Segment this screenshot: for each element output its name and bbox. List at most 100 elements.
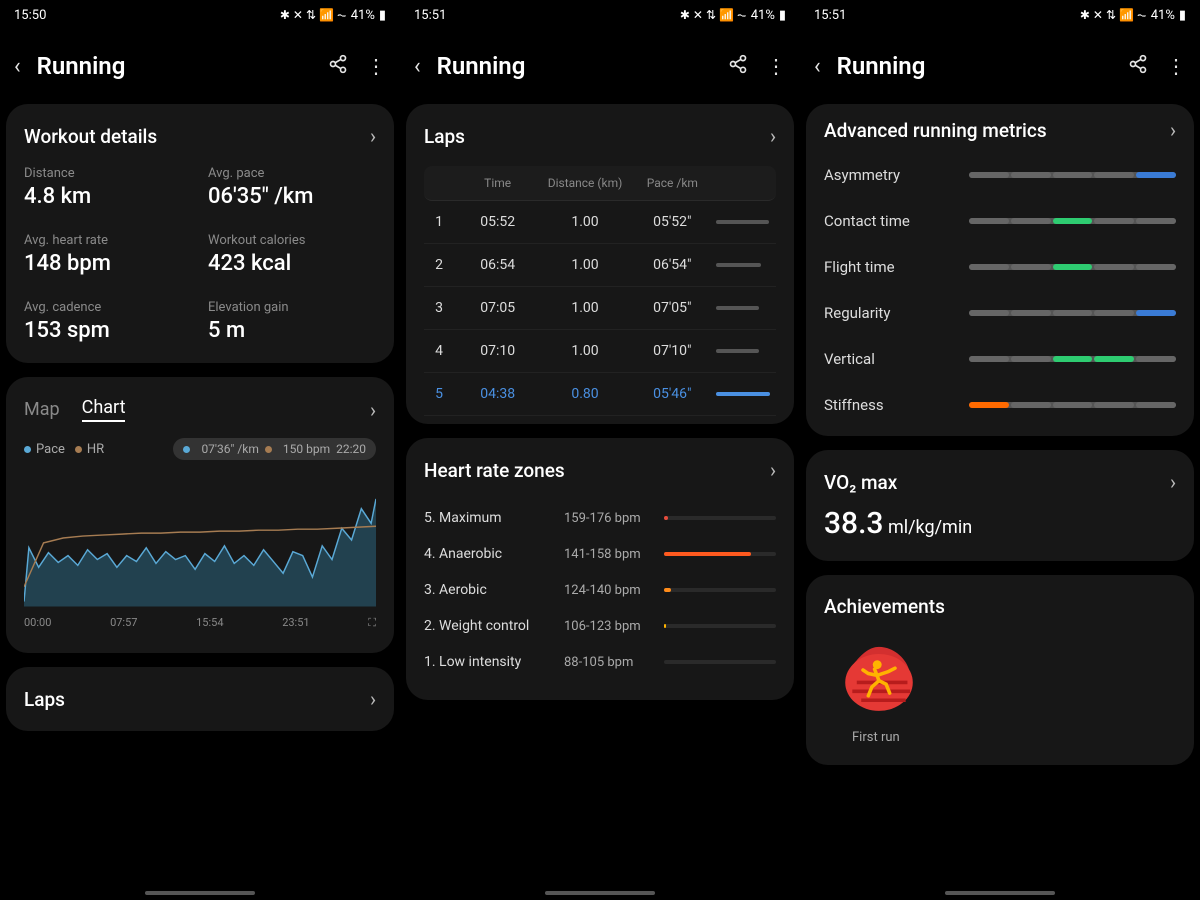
home-indicator[interactable] bbox=[145, 891, 255, 895]
lap-row[interactable]: 407:101.0007'10" bbox=[424, 330, 776, 373]
pace-dot-icon bbox=[24, 446, 31, 453]
battery-icon: ▮ bbox=[1179, 8, 1186, 23]
lap-pace: 05'52" bbox=[629, 214, 716, 230]
laps-header-row: Time Distance (km) Pace /km bbox=[424, 166, 776, 201]
more-icon[interactable]: ⋮ bbox=[366, 54, 386, 78]
lap-row[interactable]: 105:521.0005'52" bbox=[424, 201, 776, 244]
screen-1: 15:50 ✱ ✕ ⇅ 📶 ⏦ 41% ▮ ‹ Running ⋮ Workou… bbox=[0, 0, 400, 900]
lap-number: 4 bbox=[424, 343, 454, 359]
lap-distance: 1.00 bbox=[541, 257, 628, 273]
back-icon[interactable]: ‹ bbox=[14, 54, 21, 79]
status-time: 15:50 bbox=[14, 8, 46, 23]
chart-tooltip: 07'36" /km 150 bpm 22:20 bbox=[173, 438, 376, 460]
hr-zone-range: 124-140 bpm bbox=[564, 583, 664, 598]
lap-row[interactable]: 206:541.0006'54" bbox=[424, 244, 776, 287]
hr-zone-name: 3. Aerobic bbox=[424, 582, 564, 598]
hr-zone-bar bbox=[664, 516, 776, 520]
metric-row: Asymmetry bbox=[824, 152, 1176, 198]
workout-details-card[interactable]: Workout details › Distance 4.8 km Avg. p… bbox=[6, 104, 394, 363]
hr-zone-name: 5. Maximum bbox=[424, 510, 564, 526]
more-icon[interactable]: ⋮ bbox=[766, 54, 786, 78]
achievement-badge-icon bbox=[834, 638, 924, 718]
metric-row: Vertical bbox=[824, 336, 1176, 382]
lap-pace: 05'46" bbox=[629, 386, 716, 402]
metric-name: Stiffness bbox=[824, 396, 969, 414]
app-header: ‹ Running ⋮ bbox=[800, 30, 1200, 98]
lap-bar bbox=[716, 263, 776, 267]
page-title: Running bbox=[437, 52, 710, 80]
share-icon[interactable] bbox=[1128, 54, 1148, 79]
workout-details-title: Workout details bbox=[24, 125, 157, 148]
share-icon[interactable] bbox=[328, 54, 348, 79]
chevron-right-icon: › bbox=[370, 687, 376, 711]
hr-zone-range: 159-176 bpm bbox=[564, 511, 664, 526]
metric-name: Regularity bbox=[824, 304, 969, 322]
laps-card[interactable]: Laps › Time Distance (km) Pace /km 105:5… bbox=[406, 104, 794, 424]
status-bar: 15:51 ✱ ✕ ⇅ 📶 ⏦ 41% ▮ bbox=[400, 0, 800, 30]
metric-bar bbox=[969, 218, 1176, 224]
share-icon[interactable] bbox=[728, 54, 748, 79]
chevron-right-icon: › bbox=[1170, 118, 1176, 142]
status-bar: 15:51 ✱ ✕ ⇅ 📶 ⏦ 41% ▮ bbox=[800, 0, 1200, 30]
lap-bar bbox=[716, 306, 776, 310]
stat-elevation: Elevation gain 5 m bbox=[208, 300, 376, 343]
lap-bar bbox=[716, 392, 776, 396]
vo2max-value: 38.3 ml/kg/min bbox=[824, 506, 1176, 541]
lap-number: 2 bbox=[424, 257, 454, 273]
lap-time: 05:52 bbox=[454, 214, 541, 230]
chevron-right-icon: › bbox=[370, 124, 376, 148]
lap-distance: 1.00 bbox=[541, 300, 628, 316]
stat-avg-pace: Avg. pace 06'35" /km bbox=[208, 166, 376, 209]
lap-time: 07:05 bbox=[454, 300, 541, 316]
pace-hr-chart[interactable] bbox=[24, 468, 376, 608]
metric-name: Asymmetry bbox=[824, 166, 969, 184]
battery-percent: 41% bbox=[751, 8, 775, 23]
lap-time: 07:10 bbox=[454, 343, 541, 359]
hr-zone-row: 5. Maximum159-176 bpm bbox=[424, 500, 776, 536]
hr-zone-name: 4. Anaerobic bbox=[424, 546, 564, 562]
legend-pace: Pace bbox=[36, 442, 65, 457]
advanced-metrics-card[interactable]: Advanced running metrics › AsymmetryCont… bbox=[806, 104, 1194, 436]
tab-chart[interactable]: Chart bbox=[82, 397, 126, 422]
hr-zone-name: 1. Low intensity bbox=[424, 654, 564, 670]
hr-zone-bar bbox=[664, 660, 776, 664]
tab-map[interactable]: Map bbox=[24, 399, 60, 420]
stat-cadence: Avg. cadence 153 spm bbox=[24, 300, 192, 343]
status-icons: ✱ ✕ ⇅ 📶 ⏦ bbox=[680, 8, 747, 23]
back-icon[interactable]: ‹ bbox=[814, 54, 821, 79]
chart-x-labels: 00:00 07:57 15:54 23:51 ⛶ bbox=[24, 616, 376, 630]
lap-pace: 06'54" bbox=[629, 257, 716, 273]
hr-zone-bar bbox=[664, 552, 776, 556]
status-icons: ✱ ✕ ⇅ 📶 ⏦ bbox=[1080, 8, 1147, 23]
stat-distance: Distance 4.8 km bbox=[24, 166, 192, 209]
home-indicator[interactable] bbox=[945, 891, 1055, 895]
stat-calories: Workout calories 423 kcal bbox=[208, 233, 376, 276]
hr-zone-bar bbox=[664, 624, 776, 628]
lap-number: 5 bbox=[424, 386, 454, 402]
metric-row: Stiffness bbox=[824, 382, 1176, 428]
lap-time: 04:38 bbox=[454, 386, 541, 402]
back-icon[interactable]: ‹ bbox=[414, 54, 421, 79]
chart-card[interactable]: Map Chart › Pace HR 07'36" /km 150 bpm 2… bbox=[6, 377, 394, 653]
hr-dot-icon bbox=[75, 446, 82, 453]
lap-row[interactable]: 504:380.8005'46" bbox=[424, 373, 776, 416]
metric-name: Vertical bbox=[824, 350, 969, 368]
hr-zone-row: 4. Anaerobic141-158 bpm bbox=[424, 536, 776, 572]
vo2max-card[interactable]: VO₂ max › 38.3 ml/kg/min bbox=[806, 450, 1194, 561]
app-header: ‹ Running ⋮ bbox=[400, 30, 800, 98]
metric-bar bbox=[969, 264, 1176, 270]
metric-row: Contact time bbox=[824, 198, 1176, 244]
more-icon[interactable]: ⋮ bbox=[1166, 54, 1186, 78]
lap-row[interactable]: 307:051.0007'05" bbox=[424, 287, 776, 330]
metric-name: Flight time bbox=[824, 258, 969, 276]
hr-zones-card[interactable]: Heart rate zones › 5. Maximum159-176 bpm… bbox=[406, 438, 794, 700]
expand-icon[interactable]: ⛶ bbox=[368, 616, 376, 630]
laps-card-preview[interactable]: Laps › bbox=[6, 667, 394, 731]
lap-pace: 07'10" bbox=[629, 343, 716, 359]
lap-distance: 1.00 bbox=[541, 343, 628, 359]
home-indicator[interactable] bbox=[545, 891, 655, 895]
metric-bar bbox=[969, 310, 1176, 316]
hr-zone-row: 3. Aerobic124-140 bpm bbox=[424, 572, 776, 608]
status-icons: ✱ ✕ ⇅ 📶 ⏦ bbox=[280, 8, 347, 23]
achievements-card[interactable]: Achievements First run bbox=[806, 575, 1194, 765]
